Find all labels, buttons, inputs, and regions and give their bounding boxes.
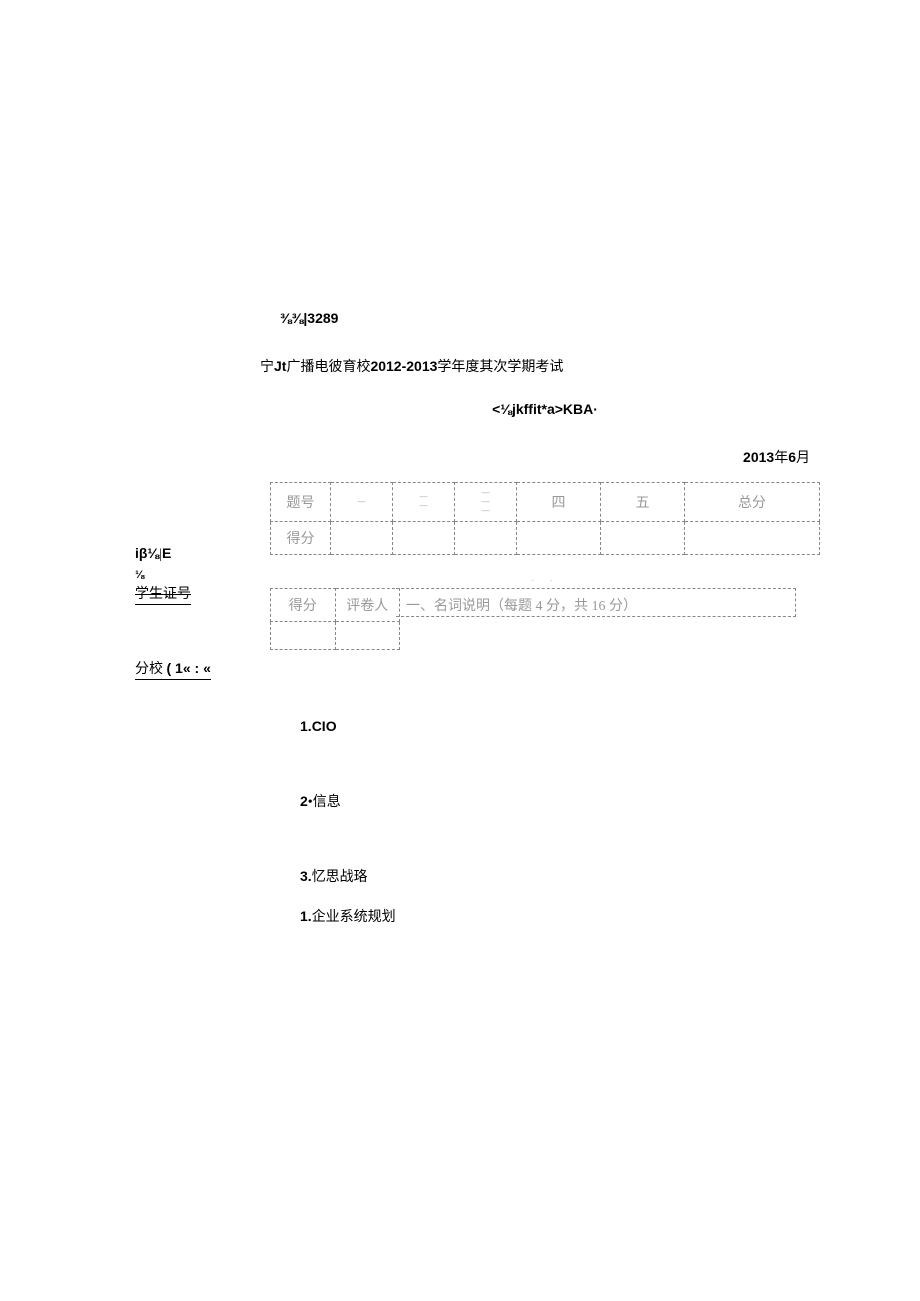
title-suffix: 学年度其次学期考试: [437, 360, 563, 375]
title-bold: Jt: [274, 358, 286, 374]
date-year-cn: 年: [774, 451, 788, 466]
q1-num: 1.: [300, 718, 312, 734]
table-row: 得分 评卷人: [271, 589, 400, 622]
score-cell[interactable]: [684, 522, 819, 555]
score-cell[interactable]: [517, 522, 601, 555]
score-label: 得分: [271, 589, 336, 622]
title-years: 2012-2013: [370, 358, 437, 374]
sidebar-branch: 分校 ( 1« : «: [135, 658, 235, 680]
score-cell[interactable]: [331, 522, 393, 555]
code-prefix: iβ⅛: [135, 545, 159, 561]
underline-mark: ⅛: [135, 569, 144, 581]
col5: 五: [601, 483, 685, 522]
q2-num: 2: [300, 793, 308, 809]
grader-table: 得分 评卷人: [270, 588, 400, 650]
q3-text: 忆思战珞: [312, 870, 368, 885]
subject-line: <⅛jkffit*a>KBA·: [270, 401, 820, 417]
table-row: 题号 — — — — — — 四 五 总分: [271, 483, 820, 522]
grader-input-cell[interactable]: [335, 622, 400, 650]
course-num: 3289: [307, 310, 338, 326]
q4-text: 企业系统规划: [312, 910, 396, 925]
col2: — —: [393, 483, 455, 522]
student-id-text: 学生证号: [135, 587, 191, 602]
date-year: 2013: [743, 449, 774, 465]
table-row: 得分: [271, 522, 820, 555]
exam-title: 宁Jt广播电彼育校2012-2013学年度其次学期考试: [260, 356, 820, 376]
score-cell[interactable]: [601, 522, 685, 555]
q4-num: 1.: [300, 908, 312, 924]
q3-num: 3.: [300, 868, 312, 884]
score-cell[interactable]: [393, 522, 455, 555]
code-suffix: E: [162, 545, 171, 561]
col4: 四: [517, 483, 601, 522]
question-3: 3.忆思战珞: [300, 866, 820, 886]
questions-list: 1.CIO 2•信息 3.忆思战珞 1.企业系统规划: [300, 718, 820, 926]
question-2: 2•信息: [300, 791, 820, 811]
date-month-cn: 月: [796, 451, 810, 466]
section-header-wrap: · · 得分 评卷人 一、名词说明（每题 4 分，共 16 分）: [270, 575, 820, 658]
question-1: 1.CIO: [300, 718, 820, 736]
course-code: ⅜⅜|3289: [280, 310, 820, 326]
score-table: 题号 — — — — — — 四 五 总分 得分: [270, 482, 820, 555]
branch-text: 分校: [135, 662, 163, 677]
branch-underline: 分校 ( 1« : «: [135, 658, 211, 680]
student-id-underline: ⅛ 学生证号: [135, 567, 191, 605]
col3: — — —: [455, 483, 517, 522]
date-month: 6: [788, 449, 796, 465]
date-line: 2013年6月: [270, 447, 820, 467]
col1: —: [331, 483, 393, 522]
question-4: 1.企业系统规划: [300, 906, 820, 926]
score-cell[interactable]: [455, 522, 517, 555]
course-prefix: ⅜⅜: [280, 310, 303, 326]
sidebar-student-id: ⅛ 学生证号: [135, 567, 235, 605]
row1-label: 题号: [271, 483, 331, 522]
title-prefix: 宁: [260, 360, 274, 375]
main-content: ⅜⅜|3289 宁Jt广播电彼育校2012-2013学年度其次学期考试 <⅛jk…: [270, 310, 820, 926]
q2-text: 信息: [313, 795, 341, 810]
sidebar-code-label: iβ⅛|E: [135, 545, 235, 563]
q1-text: CIO: [312, 718, 337, 734]
row2-label: 得分: [271, 522, 331, 555]
title-mid: 广播电彼育校: [286, 360, 370, 375]
grader-label: 评卷人: [335, 589, 400, 622]
branch-paren: ( 1« : «: [167, 660, 211, 676]
table-row: [271, 622, 400, 650]
section-1-title: 一、名词说明（每题 4 分，共 16 分）: [396, 588, 796, 617]
score-input-cell[interactable]: [271, 622, 336, 650]
col6: 总分: [684, 483, 819, 522]
blank-hint: · ·: [270, 575, 820, 586]
